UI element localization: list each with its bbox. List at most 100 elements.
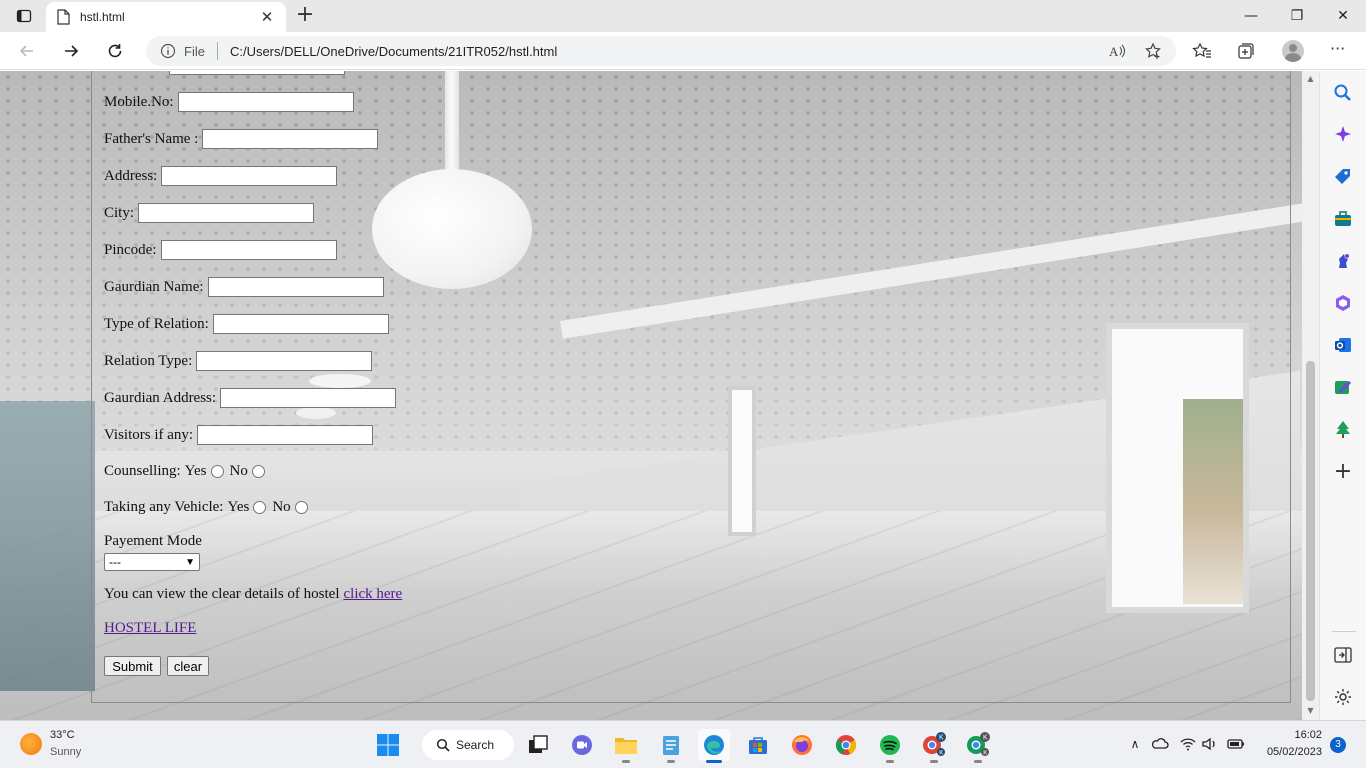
- tab-actions-icon[interactable]: [10, 6, 38, 26]
- url-text[interactable]: C:/Users/DELL/OneDrive/Documents/21ITR05…: [230, 44, 1090, 59]
- chrome-profile-button[interactable]: KK: [918, 729, 950, 763]
- task-view-button[interactable]: [522, 729, 554, 761]
- chevron-down-icon: ▼: [185, 556, 195, 568]
- scroll-up-icon[interactable]: ▲: [1305, 74, 1316, 84]
- chrome-icon: [835, 735, 856, 755]
- payment-mode-select[interactable]: --- ▼: [104, 553, 200, 571]
- address-bar[interactable]: File C:/Users/DELL/OneDrive/Documents/21…: [146, 36, 1176, 66]
- address-input[interactable]: [161, 166, 338, 186]
- minimize-button[interactable]: —: [1228, 0, 1274, 32]
- add-icon[interactable]: +: [1333, 461, 1353, 483]
- counselling-no-radio[interactable]: [251, 465, 265, 478]
- add-favorite-icon[interactable]: [1144, 42, 1162, 60]
- counselling-yes-label: Yes: [184, 463, 207, 479]
- teams-chat-button[interactable]: [566, 729, 598, 761]
- chrome-profile-icon: KK: [967, 732, 990, 756]
- settings-more-icon[interactable]: ···: [1330, 39, 1350, 59]
- close-tab-icon[interactable]: ✕: [258, 8, 276, 26]
- games-icon[interactable]: [1333, 251, 1353, 271]
- profile-avatar[interactable]: [1282, 40, 1304, 62]
- close-window-button[interactable]: ✕: [1320, 0, 1366, 32]
- type-of-relation-input[interactable]: [212, 314, 389, 334]
- taskbar-search[interactable]: Search: [422, 730, 514, 760]
- text-field[interactable]: [169, 71, 345, 75]
- scheme-label: File: [184, 43, 205, 59]
- form-row: Type of Relation:: [104, 314, 389, 334]
- hide-sidebar-icon[interactable]: [1333, 645, 1353, 665]
- favorites-icon[interactable]: [1192, 41, 1212, 61]
- chrome-profile-button[interactable]: KK: [962, 729, 994, 763]
- field-label: Pincode:: [104, 241, 157, 258]
- sun-icon[interactable]: [20, 733, 42, 755]
- guardian-address-input[interactable]: [220, 388, 397, 408]
- relation-type-input[interactable]: [196, 351, 373, 371]
- vehicle-yes-radio[interactable]: [253, 501, 267, 514]
- counselling-yes-radio[interactable]: [210, 465, 224, 478]
- scroll-down-icon[interactable]: ▼: [1305, 706, 1316, 716]
- svg-text:K: K: [983, 750, 987, 756]
- clear-button[interactable]: clear: [167, 656, 209, 676]
- counselling-row: Counselling: Yes No: [104, 463, 271, 480]
- tree-icon[interactable]: [1333, 419, 1353, 439]
- outlook-icon[interactable]: [1333, 335, 1353, 355]
- designer-icon[interactable]: [1333, 377, 1353, 397]
- wifi-icon[interactable]: [1179, 735, 1197, 753]
- vertical-scrollbar[interactable]: ▲ ▼: [1302, 71, 1319, 720]
- visitors-input[interactable]: [197, 425, 374, 445]
- tools-icon[interactable]: [1333, 209, 1353, 229]
- cloud-icon[interactable]: [1151, 735, 1169, 753]
- city-input[interactable]: [138, 203, 315, 223]
- chrome-button[interactable]: [830, 729, 862, 761]
- field-label: Relation Type:: [104, 352, 193, 369]
- click-here-link[interactable]: click here: [344, 586, 403, 603]
- edge-browser-button[interactable]: [698, 729, 730, 763]
- gear-icon[interactable]: [1333, 687, 1353, 707]
- form-row: Address:: [104, 166, 338, 186]
- weather-temperature[interactable]: 33°C: [50, 729, 75, 741]
- mobile-input[interactable]: [177, 92, 354, 112]
- volume-icon[interactable]: [1201, 735, 1219, 753]
- start-button[interactable]: [372, 729, 404, 761]
- page-viewport: Mobile.No: Father's Name : Address: City…: [0, 71, 1302, 720]
- clock-time[interactable]: 16:02: [1274, 729, 1322, 741]
- file-explorer-button[interactable]: [610, 729, 642, 763]
- father-name-input[interactable]: [202, 129, 379, 149]
- shopping-tag-icon[interactable]: [1333, 167, 1353, 187]
- sparkle-icon[interactable]: [1333, 125, 1353, 145]
- store-icon: [749, 737, 767, 754]
- info-icon[interactable]: [160, 43, 176, 59]
- address-toolbar: File C:/Users/DELL/OneDrive/Documents/21…: [0, 32, 1366, 70]
- details-text: You can view the clear details of hostel: [104, 586, 340, 602]
- refresh-button[interactable]: [100, 37, 130, 65]
- firefox-button[interactable]: [786, 729, 818, 761]
- search-icon[interactable]: [1333, 83, 1353, 103]
- clock-date[interactable]: 05/02/2023: [1256, 746, 1322, 758]
- store-button[interactable]: [742, 729, 774, 761]
- weather-description[interactable]: Sunny: [50, 746, 81, 758]
- form-row: Gaurdian Address:: [104, 388, 397, 408]
- field-label: Father's Name :: [104, 130, 199, 147]
- svg-text:K: K: [983, 735, 988, 742]
- back-button[interactable]: [12, 37, 42, 65]
- vehicle-row: Taking any Vehicle: Yes No: [104, 499, 314, 516]
- pincode-input[interactable]: [160, 240, 337, 260]
- microsoft-365-icon[interactable]: [1333, 293, 1353, 313]
- collections-icon[interactable]: [1236, 41, 1256, 61]
- read-aloud-icon[interactable]: A: [1108, 42, 1126, 60]
- notepad-button[interactable]: [655, 729, 687, 763]
- spotify-button[interactable]: [874, 729, 906, 763]
- notification-badge[interactable]: 3: [1330, 737, 1346, 753]
- field-label: Gaurdian Address:: [104, 389, 217, 406]
- forward-button[interactable]: [56, 37, 86, 65]
- svg-text:A: A: [1109, 44, 1119, 59]
- scrollbar-thumb[interactable]: [1306, 361, 1315, 701]
- browser-tab[interactable]: hstl.html ✕: [46, 2, 286, 32]
- chevron-up-icon[interactable]: ∧: [1126, 735, 1144, 753]
- restore-button[interactable]: ❐: [1274, 0, 1320, 32]
- submit-button[interactable]: Submit: [104, 656, 161, 676]
- new-tab-button[interactable]: +: [292, 4, 318, 28]
- battery-icon[interactable]: [1227, 735, 1245, 753]
- hostel-life-link[interactable]: HOSTEL LIFE: [104, 620, 196, 637]
- guardian-name-input[interactable]: [207, 277, 384, 297]
- vehicle-no-radio[interactable]: [294, 501, 308, 514]
